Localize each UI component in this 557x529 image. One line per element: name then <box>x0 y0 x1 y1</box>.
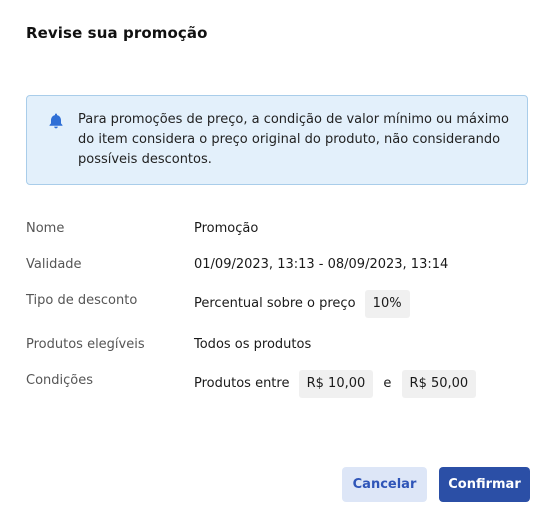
value-produtos: Todos os produtos <box>194 337 312 352</box>
conditions-prefix: Produtos entre <box>194 376 290 391</box>
label-produtos: Produtos elegíveis <box>26 337 145 352</box>
discount-type-text: Percentual sobre o preço <box>194 296 356 311</box>
label-validade: Validade <box>26 257 82 272</box>
value-condicoes: Produtos entre R$ 10,00 e R$ 50,00 <box>194 370 477 398</box>
confirm-button[interactable]: Confirmar <box>439 467 530 502</box>
alert-message: Para promoções de preço, a condição de v… <box>78 112 509 167</box>
max-price-chip: R$ 50,00 <box>401 370 477 398</box>
bell-icon <box>47 112 65 130</box>
label-tipo-desconto: Tipo de desconto <box>26 293 138 308</box>
info-alert: Para promoções de preço, a condição de v… <box>26 95 528 185</box>
discount-percent-chip: 10% <box>364 290 410 318</box>
min-price-chip: R$ 10,00 <box>298 370 374 398</box>
label-nome: Nome <box>26 221 65 236</box>
label-condicoes: Condições <box>26 373 94 388</box>
conditions-connector: e <box>383 376 392 391</box>
dialog-title: Revise sua promoção <box>26 24 208 42</box>
cancel-button[interactable]: Cancelar <box>342 467 427 502</box>
value-tipo-desconto: Percentual sobre o preço 10% <box>194 290 410 318</box>
review-promotion-dialog: Revise sua promoção Para promoções de pr… <box>0 0 557 529</box>
value-validade: 01/09/2023, 13:13 - 08/09/2023, 13:14 <box>194 257 449 272</box>
value-nome: Promoção <box>194 221 259 236</box>
